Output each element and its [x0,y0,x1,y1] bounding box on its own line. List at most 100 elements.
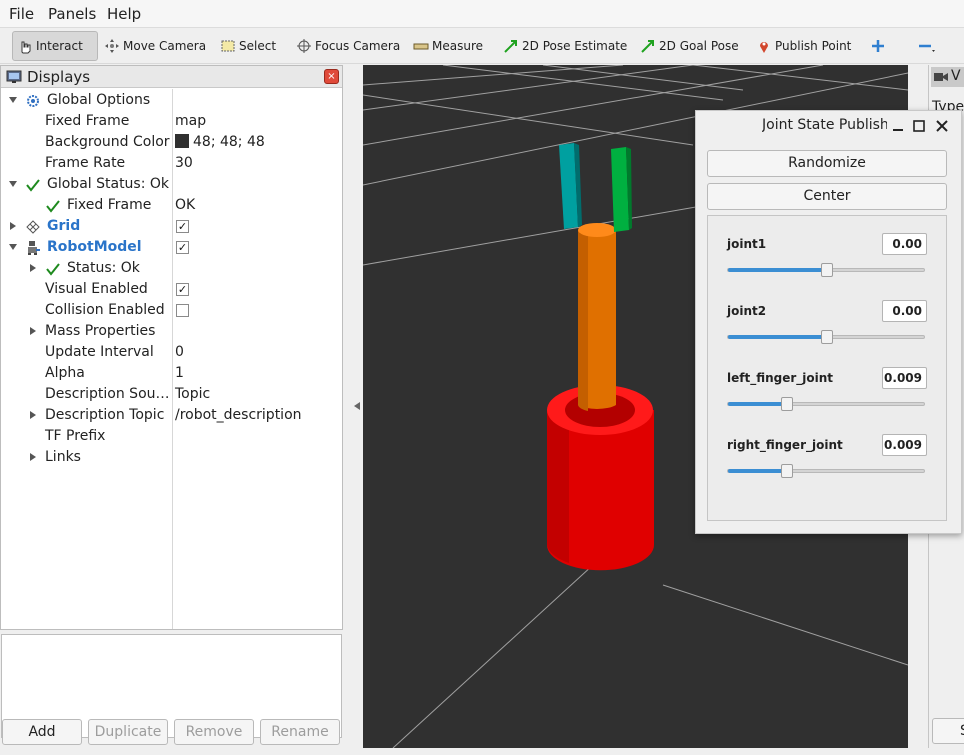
joint-value-field[interactable]: 0.009 [882,367,927,389]
jsp-title-bar[interactable]: Joint State Publisher [696,111,961,141]
update-interval-label: Update Interval [45,344,154,360]
goal-pose-tool-button[interactable]: 2D Goal Pose [636,31,743,61]
tree-row-collision-enabled[interactable]: Collision Enabled [1,301,342,322]
tree-row-mass-properties[interactable]: Mass Properties [1,322,342,343]
displays-title-bar: Displays × [1,66,342,88]
frame-rate-value[interactable]: 30 [175,155,193,171]
select-label: Select [239,39,277,53]
jsp-title: Joint State Publisher [762,117,887,133]
tree-row-frame-rate[interactable]: Frame Rate 30 [1,154,342,175]
tree-row-visual-enabled[interactable]: Visual Enabled ✓ [1,280,342,301]
measure-tool-button[interactable]: Measure [409,31,487,61]
alpha-value[interactable]: 1 [175,365,184,381]
tree-row-description-topic[interactable]: Description Topic /robot_description [1,406,342,427]
tf-prefix-label: TF Prefix [45,428,106,444]
robot-icon [28,241,40,255]
visual-enabled-checkbox[interactable]: ✓ [176,283,189,296]
tree-row-tf-prefix[interactable]: TF Prefix [1,427,342,448]
collision-enabled-checkbox[interactable] [176,304,189,317]
expanded-arrow-icon[interactable] [9,243,17,251]
move-camera-tool-button[interactable]: Move Camera [100,31,210,61]
focus-camera-label: Focus Camera [315,39,401,53]
tree-row-fixed-frame[interactable]: Fixed Frame map [1,112,342,133]
collapsed-arrow-icon[interactable] [29,453,37,461]
joint-slider[interactable] [727,263,925,277]
slider-fill [728,268,827,272]
add-button[interactable]: Add [2,719,82,745]
collapsed-arrow-icon[interactable] [29,264,37,272]
goal-pose-label: 2D Goal Pose [659,39,739,53]
robot-model-enabled-checkbox[interactable]: ✓ [176,241,189,254]
rename-button[interactable]: Rename [260,719,340,745]
joint-value-field[interactable]: 0.009 [882,434,927,456]
color-swatch[interactable] [175,134,189,148]
joint-value-field[interactable]: 0.00 [882,233,927,255]
slider-handle[interactable] [781,397,794,411]
collapsed-arrow-icon[interactable] [29,327,37,335]
camera-icon [934,73,948,81]
views-save-button[interactable]: S [932,718,964,744]
checkmark-icon [46,200,60,213]
joint-slider[interactable] [727,330,925,344]
menu-help[interactable]: Help [107,5,141,23]
minimize-icon[interactable] [892,120,904,132]
tree-row-grid[interactable]: Grid ✓ [1,217,342,238]
tree-row-status-ok[interactable]: Status: Ok [1,259,342,280]
tree-row-description-source[interactable]: Description Sou… Topic [1,385,342,406]
global-options-label: Global Options [47,92,151,108]
duplicate-button[interactable]: Duplicate [88,719,168,745]
randomize-button[interactable]: Randomize [707,150,947,177]
panel-splitter[interactable] [343,65,363,748]
collapse-left-arrow-icon[interactable] [353,401,361,411]
tree-row-robot-model[interactable]: RobotModel ✓ [1,238,342,259]
collapsed-arrow-icon[interactable] [9,222,17,230]
close-icon[interactable]: × [324,69,339,84]
slider-handle[interactable] [821,263,833,277]
joint-value-field[interactable]: 0.00 [882,300,927,322]
tree-row-global-options[interactable]: Global Options [1,91,342,112]
description-topic-value[interactable]: /robot_description [175,407,302,423]
tree-row-update-interval[interactable]: Update Interval 0 [1,343,342,364]
description-source-value[interactable]: Topic [175,386,210,402]
joint-slider[interactable] [727,397,925,411]
remove-tool-button[interactable] [913,31,946,61]
publish-point-tool-button[interactable]: Publish Point [752,31,855,61]
joint-slider[interactable] [727,464,925,478]
joint-sliders-group: joint1 0.00 joint2 0.00 left_finger_join… [707,215,947,521]
interact-tool-button[interactable]: Interact [12,31,98,61]
background-color-value[interactable]: 48; 48; 48 [175,134,265,150]
expanded-arrow-icon[interactable] [9,96,17,104]
select-tool-button[interactable]: Select [216,31,280,61]
slider-handle[interactable] [821,330,833,344]
focus-camera-tool-button[interactable]: Focus Camera [292,31,404,61]
maximize-icon[interactable] [913,120,925,132]
views-tab[interactable]: V [931,67,964,87]
robot-model-label: RobotModel [47,239,142,255]
tree-row-background-color[interactable]: Background Color 48; 48; 48 [1,133,342,154]
menu-file[interactable]: File [9,5,34,23]
remove-button[interactable]: Remove [174,719,254,745]
add-tool-button[interactable] [866,31,893,61]
tree-row-alpha[interactable]: Alpha 1 [1,364,342,385]
status-ok-label: Status: Ok [67,260,140,276]
monitor-icon [6,70,22,83]
ruler-icon [413,43,429,50]
joint-name-label: joint2 [727,304,767,318]
pose-estimate-tool-button[interactable]: 2D Pose Estimate [499,31,631,61]
slider-handle[interactable] [781,464,794,478]
fixed-frame-value[interactable]: map [175,113,206,129]
tree-row-global-status[interactable]: Global Status: Ok [1,175,342,196]
collapsed-arrow-icon[interactable] [29,411,37,419]
expanded-arrow-icon[interactable] [9,180,17,188]
menu-panels[interactable]: Panels [48,5,96,23]
move-camera-icon [105,39,119,53]
update-interval-value[interactable]: 0 [175,344,184,360]
tree-row-gs-fixed-frame[interactable]: Fixed Frame OK [1,196,342,217]
checkmark-icon [26,179,40,192]
center-button[interactable]: Center [707,183,947,210]
robot-left-finger [559,143,582,229]
plus-icon [872,40,884,52]
grid-enabled-checkbox[interactable]: ✓ [176,220,189,233]
tree-row-links[interactable]: Links [1,448,342,469]
close-icon[interactable] [936,120,948,132]
